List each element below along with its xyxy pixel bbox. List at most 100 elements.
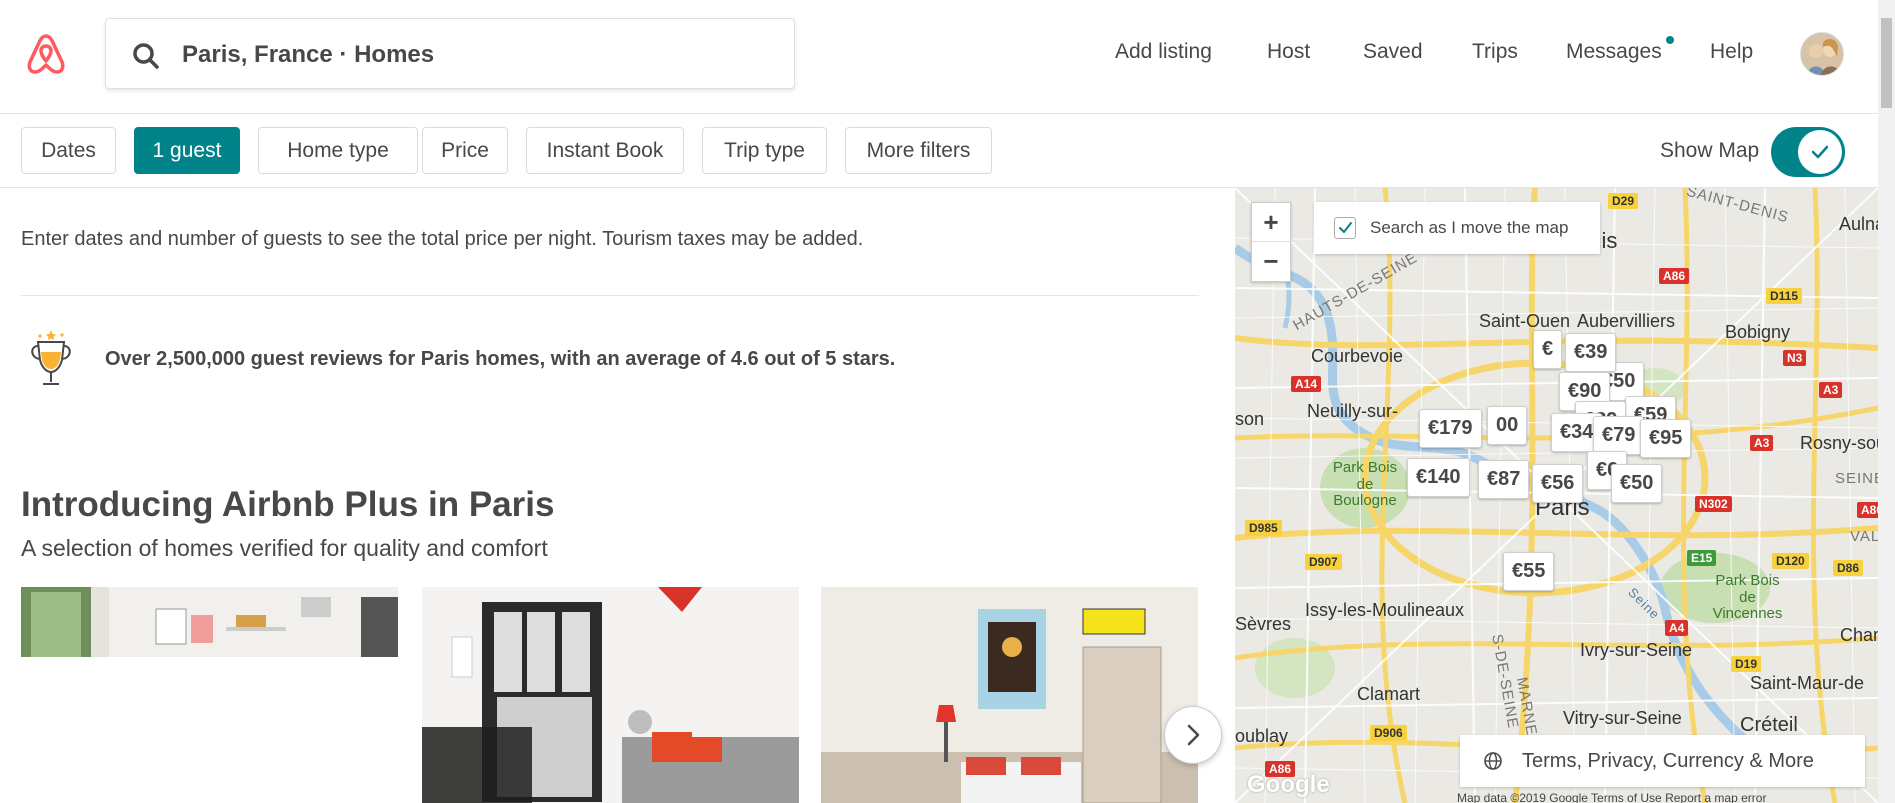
price-marker[interactable]: €79: [1593, 416, 1645, 455]
filter-instant-book[interactable]: Instant Book: [526, 127, 684, 174]
checkmark-icon: [1811, 145, 1829, 159]
map-label: Ivry-sur-Seine: [1580, 640, 1693, 660]
road-shield: A14: [1291, 376, 1322, 392]
map-label: Bobigny: [1725, 322, 1791, 342]
price-marker[interactable]: €55: [1503, 552, 1555, 591]
road-shield: A86: [1857, 502, 1878, 518]
map-label: Sèvres: [1235, 614, 1292, 634]
scrollbar[interactable]: [1878, 0, 1895, 803]
search-as-move-control[interactable]: Search as I move the map: [1314, 202, 1600, 254]
price-marker[interactable]: €87: [1478, 460, 1530, 499]
road-shield: D29: [1608, 193, 1639, 209]
map[interactable]: Aulnay-s Saint-Ouen Aubervilliers Bobign…: [1235, 188, 1878, 803]
terms-button[interactable]: Terms, Privacy, Currency & More: [1460, 735, 1865, 787]
nav-trips[interactable]: Trips: [1472, 40, 1518, 64]
scrollbar-thumb[interactable]: [1881, 18, 1892, 108]
divider: [21, 295, 1199, 296]
nav-help[interactable]: Help: [1710, 40, 1753, 64]
price-marker[interactable]: €39: [1565, 333, 1617, 372]
zoom-controls: + −: [1251, 202, 1291, 282]
search-input[interactable]: Paris, France · Homes: [182, 41, 434, 69]
filter-dates[interactable]: Dates: [21, 127, 116, 174]
checkmark-icon: [1339, 222, 1352, 233]
map-label: oublay: [1235, 726, 1289, 746]
terms-label: Terms, Privacy, Currency & More: [1522, 749, 1814, 772]
filter-guests[interactable]: 1 guest: [134, 127, 240, 174]
road-shield: N302: [1695, 496, 1732, 512]
map-label-park: Park Bois de Vincennes: [1712, 572, 1783, 622]
search-box[interactable]: Paris, France · Homes: [105, 18, 795, 89]
google-logo: Google: [1247, 771, 1330, 798]
filter-trip-type[interactable]: Trip type: [702, 127, 827, 174]
map-label: Rosny-sou: [1800, 433, 1878, 453]
map-label: Aubervilliers: [1577, 311, 1676, 331]
map-attribution[interactable]: Map data ©2019 Google Terms of Use Repor…: [1457, 791, 1766, 803]
road-shield: D907: [1305, 554, 1342, 570]
map-area-label: SEINE-S: [1835, 470, 1878, 487]
globe-icon: [1484, 752, 1502, 770]
price-marker[interactable]: €: [1533, 330, 1563, 369]
carousel-next-button[interactable]: [1164, 706, 1222, 764]
map-label: son: [1235, 409, 1265, 429]
road-shield: D19: [1731, 656, 1762, 672]
map-label: Courbevoie: [1311, 346, 1404, 366]
map-label: Issy-les-Moulineaux: [1305, 600, 1465, 620]
road-shield: A4: [1665, 620, 1689, 636]
price-marker[interactable]: €50: [1611, 464, 1663, 503]
toggle-knob: [1798, 130, 1842, 174]
map-label: Saint-Maur-de: [1750, 673, 1865, 693]
price-marker[interactable]: €56: [1532, 464, 1584, 503]
show-map-toggle[interactable]: [1771, 127, 1845, 177]
search-as-move-checkbox[interactable]: [1334, 217, 1356, 239]
map-area-label: VAL-DE: [1850, 528, 1878, 545]
zoom-in-button[interactable]: +: [1252, 203, 1290, 242]
filter-home-type[interactable]: Home type: [258, 127, 418, 174]
price-marker[interactable]: 00: [1487, 406, 1528, 445]
nav-add-listing[interactable]: Add listing: [1115, 40, 1212, 64]
price-notice: Enter dates and number of guests to see …: [21, 228, 864, 250]
road-shield: A86: [1659, 268, 1690, 284]
map-label-park: Park Bois de Boulogne: [1332, 459, 1398, 509]
filter-bar: Dates 1 guest Home type Price Instant Bo…: [0, 114, 1878, 188]
listing-photo-3-image: [821, 587, 1198, 803]
price-marker[interactable]: €95: [1640, 419, 1692, 458]
listing-photo-1-image: [21, 587, 398, 657]
nav-saved[interactable]: Saved: [1363, 40, 1423, 64]
nav-host[interactable]: Host: [1267, 40, 1310, 64]
map-label: Champ: [1840, 625, 1878, 645]
avatar[interactable]: [1800, 32, 1844, 76]
airbnb-logo-icon[interactable]: [22, 30, 70, 78]
reviews-summary: Over 2,500,000 guest reviews for Paris h…: [105, 348, 896, 370]
header: Paris, France · Homes Add listing Host S…: [0, 0, 1878, 114]
price-marker[interactable]: €140: [1407, 458, 1470, 497]
map-label: Vitry-sur-Seine: [1563, 708, 1682, 728]
road-shield: D115: [1766, 288, 1803, 304]
filter-more-filters[interactable]: More filters: [845, 127, 992, 174]
map-label: Saint-Ouen: [1479, 311, 1571, 331]
road-shield: N3: [1783, 350, 1807, 366]
listing-photo-2-image: [422, 587, 799, 803]
road-shield: E15: [1687, 550, 1717, 566]
search-icon: [133, 43, 159, 69]
map-label: Créteil: [1740, 714, 1798, 736]
search-as-move-label: Search as I move the map: [1370, 218, 1569, 237]
nav-messages[interactable]: Messages: [1566, 36, 1674, 64]
price-marker[interactable]: €179: [1419, 409, 1482, 448]
show-map-label: Show Map: [1660, 139, 1760, 162]
chevron-right-icon: [1187, 724, 1200, 746]
road-shield: A3: [1819, 382, 1843, 398]
road-shield: D86: [1833, 560, 1864, 576]
road-shield: D985: [1245, 520, 1282, 536]
plus-title: Introducing Airbnb Plus in Paris: [21, 485, 555, 524]
zoom-out-button[interactable]: −: [1252, 242, 1290, 281]
trophy-icon: [31, 330, 71, 385]
map-label: Neuilly-sur-: [1307, 401, 1399, 421]
listing-photo-2[interactable]: [422, 587, 799, 803]
road-shield: A3: [1750, 435, 1774, 451]
listing-photo-1[interactable]: [21, 587, 398, 657]
road-shield: D906: [1370, 725, 1407, 741]
avatar-photo-icon: [1801, 33, 1843, 75]
listing-photo-3[interactable]: [821, 587, 1198, 803]
nav-messages-label: Messages: [1566, 40, 1662, 63]
filter-price[interactable]: Price: [422, 127, 508, 174]
